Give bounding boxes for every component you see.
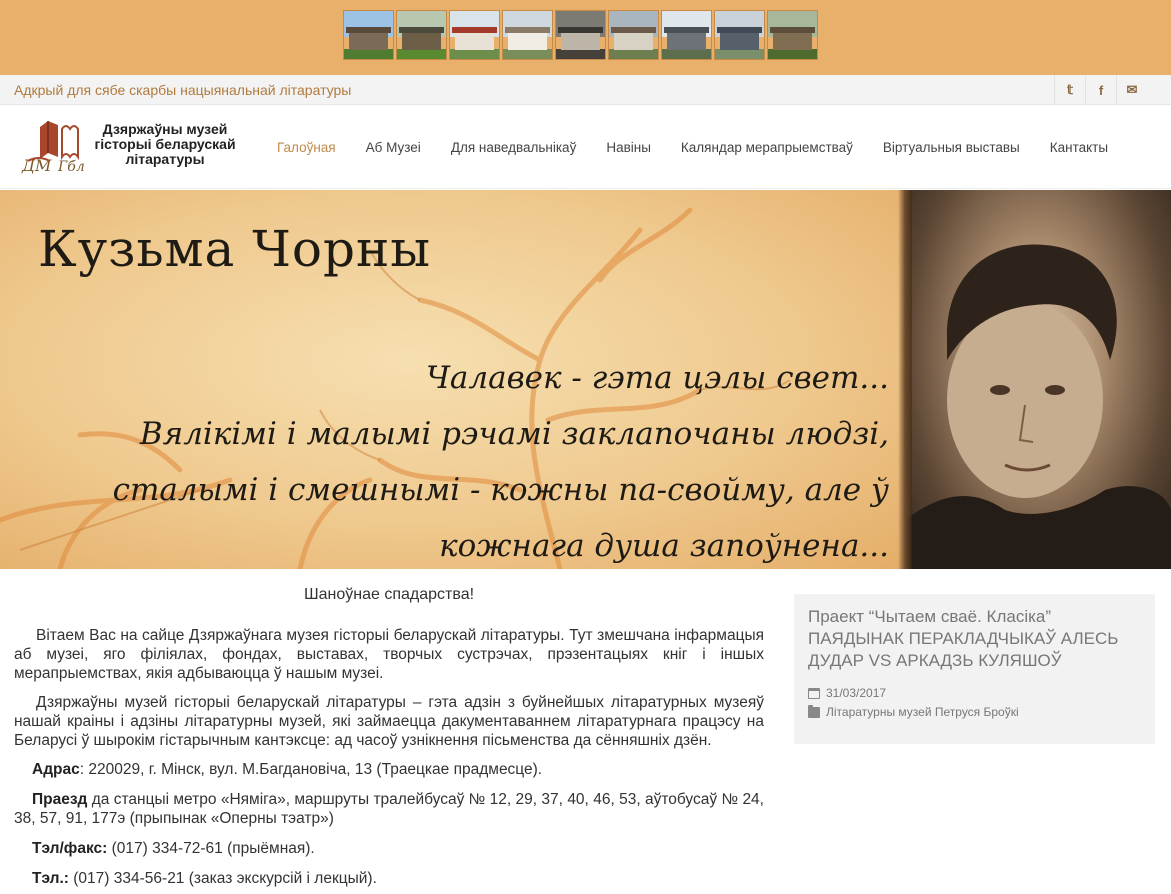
social-links: 𝕥 f ✉ [1054, 75, 1147, 105]
thumb-roof [345, 26, 392, 33]
museum-logo-icon: ДМ Гбл [21, 121, 85, 175]
site-logo[interactable]: ДМ Гбл Дзяржаўны музей гісторыі беларуск… [18, 117, 238, 177]
thumb-bld [772, 31, 813, 51]
thumb-bld [348, 31, 389, 51]
phone-fax-label: Тэл/факс: [32, 840, 108, 857]
thumb-roof [398, 26, 445, 33]
welcome-section: Шаноўнае спадарства! Вітаем Вас на сайце… [14, 585, 764, 894]
thumb-roof [557, 26, 604, 33]
welcome-heading: Шаноўнае спадарства! [303, 586, 475, 603]
phone-fax-value: (017) 334-72-61 (прыёмная). [107, 840, 315, 857]
intro-paragraph: Вітаем Вас на сайце Дзяржаўнага музея гі… [14, 627, 764, 682]
site-header: ДМ Гбл Дзяржаўны музей гісторыі беларуск… [0, 105, 1171, 189]
svg-text:Гбл: Гбл [57, 159, 85, 175]
thumb-roof [663, 26, 710, 33]
thumb-bld [507, 31, 548, 51]
thumb-bld [454, 31, 495, 51]
news-title-link[interactable]: Праект “Чытаем сваё. Класіка” ПАЯДЫНАК П… [808, 607, 1118, 670]
quote-line-4: кожнага душа запоўнена... [439, 528, 889, 564]
tagline-bar: Адкрый для сябе скарбы нацыянальнай літа… [0, 75, 1171, 105]
phone-line: Тэл.: (017) 334-56-21 (заказ экскурсій і… [14, 869, 764, 888]
nav-virtual-exhibitions[interactable]: Віртуальныя выставы [868, 140, 1035, 155]
transit-value: да станцыі метро «Няміга», маршруты трал… [14, 791, 764, 827]
thumb-ground [662, 49, 711, 59]
site-tagline: Адкрый для сябе скарбы нацыянальнай літа… [14, 82, 352, 98]
hero-banner[interactable]: Кузьма Чорны Чалавек - гэта цэлы свет...… [0, 190, 1171, 569]
banner-torn-edge [898, 190, 912, 569]
thumb-ground [768, 49, 817, 59]
logo-line-2: гісторыі беларускай [94, 136, 236, 152]
logo-line-1: Дзяржаўны музей [102, 121, 228, 137]
quote-line-1: Чалавек - гэта цэлы свет... [425, 360, 889, 396]
branch-thumbnails [343, 10, 818, 60]
nav-contacts[interactable]: Кантакты [1035, 140, 1123, 155]
news-date: 31/03/2017 [808, 686, 1141, 700]
address-label: Адрас [32, 761, 80, 778]
branch-photo-3[interactable] [449, 10, 500, 60]
thumb-ground [397, 49, 446, 59]
branch-photo-4[interactable] [502, 10, 553, 60]
transit-label: Праезд [32, 791, 88, 808]
main-nav: Галоўная Аб Музеі Для наведвальнікаў Нав… [262, 105, 1123, 189]
writer-portrait [905, 190, 1171, 569]
facebook-icon[interactable]: f [1085, 75, 1116, 105]
folder-icon [808, 704, 820, 718]
news-date-text: 31/03/2017 [826, 686, 887, 700]
thumb-bld [560, 31, 601, 51]
thumb-bld [401, 31, 442, 51]
calendar-icon [808, 687, 820, 699]
thumb-bld [613, 31, 654, 51]
envelope-icon[interactable]: ✉ [1116, 75, 1147, 105]
address-line: Адрас: 220029, г. Мінск, вул. М.Багданов… [14, 760, 764, 779]
branch-photo-6[interactable] [608, 10, 659, 60]
branch-photo-1[interactable] [343, 10, 394, 60]
thumb-roof [610, 26, 657, 33]
transit-line: Праезд да станцыі метро «Няміга», маршру… [14, 790, 764, 828]
branch-photo-2[interactable] [396, 10, 447, 60]
quote-line-3: сталымі і смешнымі - кожны па-свойму, ал… [112, 472, 889, 508]
thumb-ground [609, 49, 658, 59]
quote-line-2: Вялікімі і малымі рэчамі заклапочаны люд… [139, 416, 889, 452]
nav-news[interactable]: Навіны [591, 140, 666, 155]
phone-fax-line: Тэл/факс: (017) 334-72-61 (прыёмная). [14, 839, 764, 858]
thumb-ground [344, 49, 393, 59]
phone-value: (017) 334-56-21 (заказ экскурсій і лекцы… [68, 870, 377, 887]
thumb-roof [769, 26, 816, 33]
nav-events-calendar[interactable]: Каляндар мерапрыемстваў [666, 140, 868, 155]
thumb-ground [450, 49, 499, 59]
thumb-bld [719, 31, 760, 51]
thumb-ground [715, 49, 764, 59]
nav-home[interactable]: Галоўная [262, 140, 351, 155]
address-value: : 220029, г. Мінск, вул. М.Багдановіча, … [79, 761, 543, 778]
logo-line-3: літаратуры [125, 151, 205, 167]
banner-title: Кузьма Чорны [38, 220, 432, 278]
banner-quote: Чалавек - гэта цэлы свет... Вялікімі і м… [113, 350, 889, 569]
phone-label: Тэл.: [32, 870, 69, 887]
about-paragraph: Дзяржаўны музей гісторыі беларускай літа… [14, 694, 764, 749]
portrait-silhouette [905, 244, 1171, 569]
branch-photo-9[interactable] [767, 10, 818, 60]
branch-photo-5[interactable] [555, 10, 606, 60]
news-category-link[interactable]: Літаратурны музей Петруся Броўкі [826, 705, 1019, 719]
thumb-ground [503, 49, 552, 59]
news-card: Праект “Чытаем сваё. Класіка” ПАЯДЫНАК П… [794, 594, 1155, 744]
nav-about[interactable]: Аб Музеі [351, 140, 436, 155]
thumb-roof [716, 26, 763, 33]
branch-photo-8[interactable] [714, 10, 765, 60]
branch-photo-7[interactable] [661, 10, 712, 60]
thumb-roof [504, 26, 551, 33]
news-category: Літаратурны музей Петруся Броўкі [808, 704, 1141, 719]
logo-text: Дзяржаўны музей гісторыі беларускай літа… [90, 122, 240, 167]
thumb-roof [451, 26, 498, 33]
twitter-icon[interactable]: 𝕥 [1054, 75, 1085, 105]
nav-visitors[interactable]: Для наведвальнікаў [436, 140, 592, 155]
thumb-bld [666, 31, 707, 51]
branch-gallery-strip [0, 0, 1171, 75]
thumb-ground [556, 49, 605, 59]
